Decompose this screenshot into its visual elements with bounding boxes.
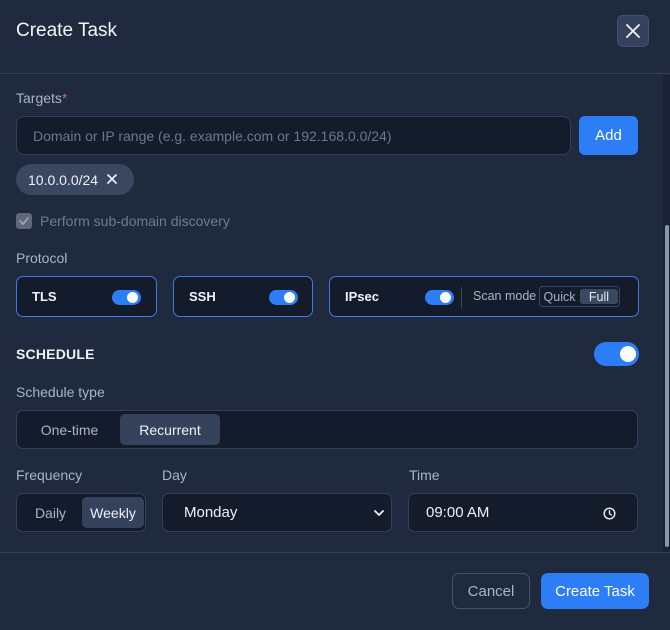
targets-input[interactable]: Domain or IP range (e.g. example.com or …	[16, 116, 571, 155]
cancel-button[interactable]: Cancel	[452, 573, 530, 609]
toggle-knob	[127, 292, 138, 303]
subdomain-discovery-checkbox[interactable]	[16, 213, 32, 229]
targets-label-text: Targets	[16, 90, 62, 106]
close-button[interactable]	[617, 15, 649, 47]
target-chip: 10.0.0.0/24	[16, 164, 134, 195]
chevron-down-icon	[374, 510, 384, 516]
scan-mode-quick[interactable]: Quick	[540, 287, 579, 306]
toggle-knob	[440, 292, 451, 303]
check-icon	[19, 217, 29, 226]
ipsec-toggle[interactable]	[425, 290, 454, 305]
ssh-toggle[interactable]	[269, 290, 298, 305]
dialog-header: Create Task	[0, 0, 670, 74]
target-chip-label: 10.0.0.0/24	[28, 171, 99, 188]
protocol-name-ssh: SSH	[189, 289, 216, 304]
day-label: Day	[162, 467, 187, 483]
time-input[interactable]: 09:00 AM	[408, 493, 638, 532]
schedule-section-title: SCHEDULE	[16, 346, 95, 362]
time-input-value: 09:00 AM	[426, 504, 490, 521]
subdomain-discovery-label: Perform sub-domain discovery	[40, 213, 230, 229]
targets-label: Targets*	[16, 90, 67, 106]
day-select[interactable]: Monday	[162, 493, 392, 532]
subdomain-discovery-row: Perform sub-domain discovery	[16, 213, 230, 229]
protocol-card-ssh[interactable]: SSH	[173, 276, 313, 317]
frequency-daily[interactable]: Daily	[20, 497, 81, 528]
frequency-selector: Daily Weekly	[16, 493, 146, 532]
clock-icon[interactable]	[603, 507, 616, 520]
schedule-type-selector: One-time Recurrent	[16, 410, 638, 449]
add-target-button[interactable]: Add	[579, 116, 638, 155]
scan-mode-label: Scan mode	[473, 289, 537, 303]
toggle-knob	[620, 346, 636, 362]
divider	[461, 287, 462, 308]
toggle-knob	[284, 292, 295, 303]
scan-mode-full[interactable]: Full	[580, 289, 618, 304]
protocol-card-ipsec[interactable]: IPsec Scan mode Quick Full	[329, 276, 639, 317]
scrollbar-thumb[interactable]	[665, 225, 669, 547]
schedule-type-one-time[interactable]: One-time	[20, 414, 119, 445]
tls-toggle[interactable]	[112, 290, 141, 305]
frequency-weekly[interactable]: Weekly	[82, 497, 144, 528]
required-mark: *	[61, 90, 68, 106]
schedule-toggle[interactable]	[594, 342, 639, 366]
scan-mode-selector: Quick Full	[539, 286, 620, 307]
protocol-label: Protocol	[16, 250, 68, 266]
schedule-type-recurrent[interactable]: Recurrent	[120, 414, 220, 445]
targets-input-placeholder: Domain or IP range (e.g. example.com or …	[33, 127, 392, 144]
frequency-label: Frequency	[16, 467, 83, 483]
day-select-value: Monday	[184, 504, 238, 521]
protocol-name-ipsec: IPsec	[345, 289, 379, 304]
close-icon	[626, 24, 640, 38]
protocol-card-tls[interactable]: TLS	[16, 276, 157, 317]
protocol-name-tls: TLS	[32, 289, 57, 304]
time-label: Time	[409, 467, 440, 483]
dialog-title: Create Task	[16, 20, 118, 41]
create-task-button[interactable]: Create Task	[541, 573, 649, 609]
remove-chip-icon[interactable]	[106, 172, 118, 186]
schedule-type-label: Schedule type	[16, 384, 105, 400]
